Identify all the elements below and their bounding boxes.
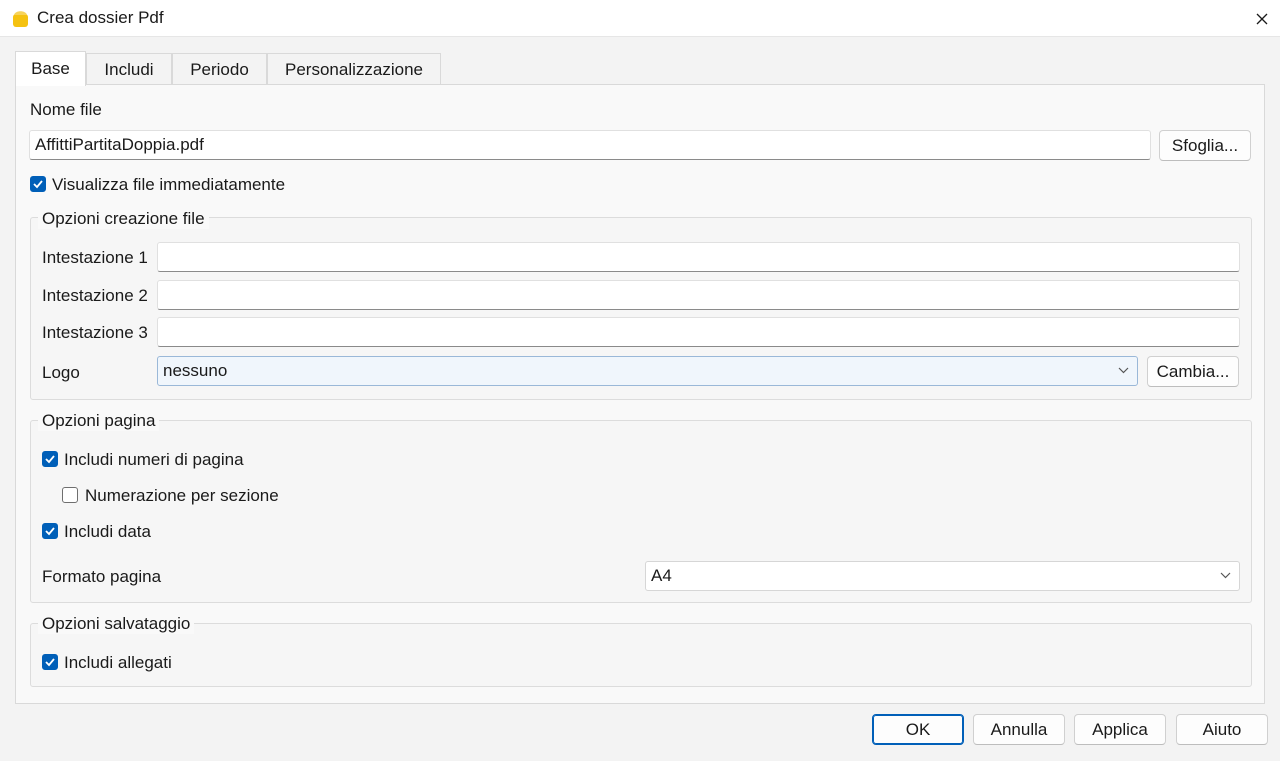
attachments-checkbox[interactable] xyxy=(42,654,58,670)
page-format-value: A4 xyxy=(651,566,672,585)
change-logo-button[interactable]: Cambia... xyxy=(1147,356,1239,387)
attachments-label: Includi allegati xyxy=(64,653,172,672)
section-numbering-checkbox[interactable] xyxy=(62,487,78,503)
ok-button[interactable]: OK xyxy=(872,714,964,745)
apply-button[interactable]: Applica xyxy=(1074,714,1166,745)
header1-label: Intestazione 1 xyxy=(42,248,148,267)
creation-options-title: Opzioni creazione file xyxy=(38,209,209,229)
checkmark-icon xyxy=(45,455,55,464)
header3-input[interactable] xyxy=(157,317,1240,347)
header2-input[interactable] xyxy=(157,280,1240,310)
cancel-button[interactable]: Annulla xyxy=(973,714,1065,745)
page-format-label: Formato pagina xyxy=(42,567,162,586)
file-name-input[interactable]: AffittiPartitaDoppia.pdf xyxy=(29,130,1151,160)
include-date-checkbox[interactable] xyxy=(42,523,58,539)
save-options-title: Opzioni salvataggio xyxy=(38,614,195,634)
checkmark-icon xyxy=(45,658,55,667)
chevron-down-icon xyxy=(1118,367,1129,374)
header1-input[interactable] xyxy=(157,242,1240,272)
page-numbers-checkbox[interactable] xyxy=(42,451,58,467)
logo-dropdown-value: nessuno xyxy=(163,361,228,380)
checkmark-icon xyxy=(33,180,43,189)
logo-label: Logo xyxy=(42,363,80,382)
save-options-group xyxy=(30,623,1252,687)
page-format-dropdown[interactable]: A4 xyxy=(645,561,1240,591)
show-file-checkbox[interactable] xyxy=(30,176,46,192)
header2-label: Intestazione 2 xyxy=(42,286,148,305)
browse-button[interactable]: Sfoglia... xyxy=(1159,130,1251,161)
logo-dropdown[interactable]: nessuno xyxy=(157,356,1138,386)
section-numbering-label: Numerazione per sezione xyxy=(85,486,279,505)
page-options-title: Opzioni pagina xyxy=(38,411,160,431)
show-file-label: Visualizza file immediatamente xyxy=(52,175,286,194)
include-date-label: Includi data xyxy=(64,522,151,541)
header3-label: Intestazione 3 xyxy=(42,323,148,342)
page-numbers-label: Includi numeri di pagina xyxy=(64,450,244,469)
checkmark-icon xyxy=(45,527,55,536)
help-button[interactable]: Aiuto xyxy=(1176,714,1268,745)
chevron-down-icon xyxy=(1220,572,1231,579)
file-name-label: Nome file xyxy=(30,100,102,119)
